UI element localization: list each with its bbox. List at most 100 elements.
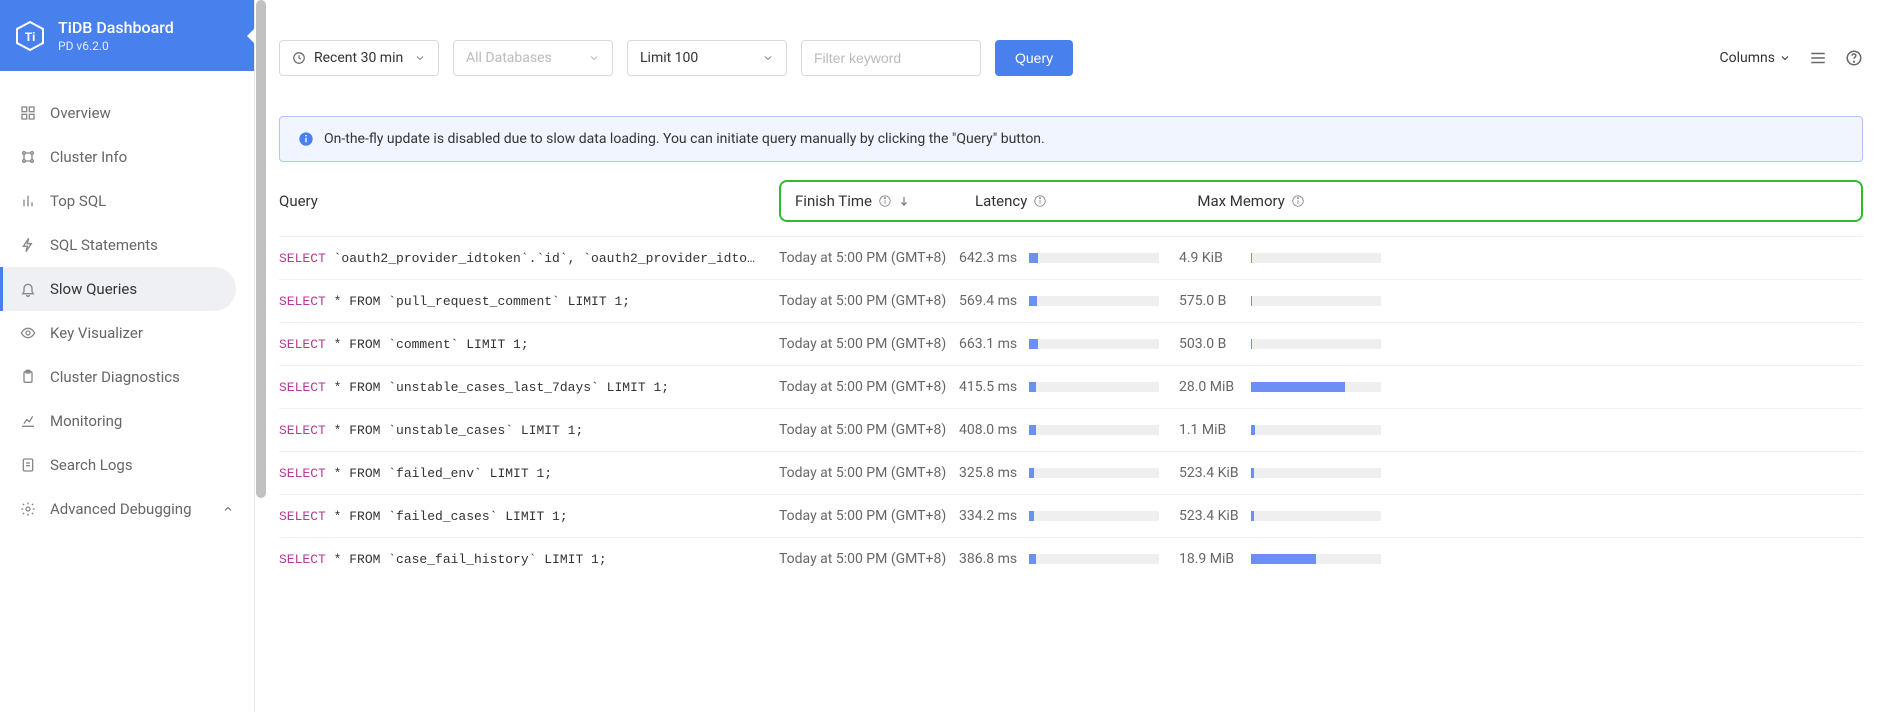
memory-value: 575.0 B: [1179, 293, 1251, 309]
latency-bar: [1029, 382, 1159, 392]
table-row[interactable]: SELECT * FROM `case_fail_history` LIMIT …: [279, 537, 1863, 580]
memory-value: 523.4 KiB: [1179, 508, 1251, 524]
sidebar-item-overview[interactable]: Overview: [0, 91, 254, 135]
query-button[interactable]: Query: [995, 40, 1073, 76]
info-circle-icon: [1033, 194, 1047, 208]
time-range-select[interactable]: Recent 30 min: [279, 40, 439, 76]
latency-value: 415.5 ms: [959, 379, 1029, 395]
grid-icon: [20, 105, 36, 121]
nav-label: Monitoring: [50, 412, 122, 430]
latency-value: 334.2 ms: [959, 508, 1029, 524]
nav-label: SQL Statements: [50, 236, 158, 254]
table-row[interactable]: SELECT * FROM `unstable_cases` LIMIT 1; T…: [279, 408, 1863, 451]
finish-time: Today at 5:00 PM (GMT+8): [779, 422, 959, 438]
sidebar-item-monitoring[interactable]: Monitoring: [0, 399, 254, 443]
memory-value: 503.0 B: [1179, 336, 1251, 352]
svg-text:Ti: Ti: [25, 30, 36, 44]
sidebar-item-key-visualizer[interactable]: Key Visualizer: [0, 311, 254, 355]
col-header-query[interactable]: Query: [279, 192, 779, 210]
col-header-max-memory[interactable]: Max Memory: [1197, 192, 1307, 210]
sql-text: SELECT `oauth2_provider_idtoken`.`id`, `…: [279, 251, 755, 266]
sql-text: SELECT * FROM `failed_env` LIMIT 1;: [279, 466, 552, 481]
table-row[interactable]: SELECT * FROM `pull_request_comment` LIM…: [279, 279, 1863, 322]
bell-icon: [20, 281, 36, 297]
sidebar-item-slow-queries[interactable]: Slow Queries: [0, 267, 236, 311]
table-row[interactable]: SELECT * FROM `failed_cases` LIMIT 1; Tod…: [279, 494, 1863, 537]
col-header-finish-time[interactable]: Finish Time: [795, 192, 975, 210]
clipboard-icon: [20, 369, 36, 385]
col-header-latency[interactable]: Latency: [975, 192, 1047, 210]
table-row[interactable]: SELECT * FROM `comment` LIMIT 1; Today at…: [279, 322, 1863, 365]
help-icon[interactable]: [1845, 49, 1863, 67]
chevron-down-icon: [762, 52, 774, 64]
info-alert: On-the-fly update is disabled due to slo…: [279, 116, 1863, 162]
sidebar-item-top-sql[interactable]: Top SQL: [0, 179, 254, 223]
results-table: Query Finish Time Latency Max Memory: [279, 166, 1863, 580]
chevron-down-icon: [588, 52, 600, 64]
sidebar-item-cluster-diagnostics[interactable]: Cluster Diagnostics: [0, 355, 254, 399]
finish-time: Today at 5:00 PM (GMT+8): [779, 508, 959, 524]
nav-label: Cluster Diagnostics: [50, 368, 180, 386]
app-title: TiDB Dashboard: [58, 18, 174, 37]
sql-text: SELECT * FROM `unstable_cases` LIMIT 1;: [279, 423, 583, 438]
latency-value: 386.8 ms: [959, 551, 1029, 567]
menu-icon[interactable]: [1809, 49, 1827, 67]
sidebar-item-advanced-debugging[interactable]: Advanced Debugging: [0, 487, 254, 531]
clock-icon: [292, 51, 306, 65]
filter-keyword-input[interactable]: [801, 40, 981, 76]
limit-label: Limit 100: [640, 50, 698, 66]
toolbar: Recent 30 min All Databases Limit 100 Qu…: [279, 40, 1863, 76]
sidebar-header: Ti TiDB Dashboard PD v6.2.0: [0, 0, 254, 71]
finish-time: Today at 5:00 PM (GMT+8): [779, 336, 959, 352]
sidebar-item-search-logs[interactable]: Search Logs: [0, 443, 254, 487]
memory-bar: [1251, 382, 1381, 392]
database-placeholder: All Databases: [466, 50, 552, 66]
latency-bar: [1029, 511, 1159, 521]
main-content: Recent 30 min All Databases Limit 100 Qu…: [255, 0, 1887, 712]
app-version: PD v6.2.0: [58, 39, 174, 53]
finish-time: Today at 5:00 PM (GMT+8): [779, 250, 959, 266]
info-circle-icon: [1291, 194, 1305, 208]
columns-dropdown[interactable]: Columns: [1720, 50, 1791, 66]
sidebar-item-sql-statements[interactable]: SQL Statements: [0, 223, 254, 267]
sql-text: SELECT * FROM `comment` LIMIT 1;: [279, 337, 529, 352]
finish-time: Today at 5:00 PM (GMT+8): [779, 551, 959, 567]
nav-label: Overview: [50, 104, 111, 122]
latency-bar: [1029, 253, 1159, 263]
latency-bar: [1029, 339, 1159, 349]
memory-bar: [1251, 339, 1381, 349]
latency-bar: [1029, 468, 1159, 478]
sidebar: Ti TiDB Dashboard PD v6.2.0 Overview Clus…: [0, 0, 255, 712]
memory-bar: [1251, 468, 1381, 478]
doc-icon: [20, 457, 36, 473]
table-row[interactable]: SELECT * FROM `unstable_cases_last_7days…: [279, 365, 1863, 408]
table-row[interactable]: SELECT * FROM `failed_env` LIMIT 1;Today…: [279, 451, 1863, 494]
info-circle-icon: [878, 194, 892, 208]
time-range-label: Recent 30 min: [314, 50, 403, 66]
nav-label: Search Logs: [50, 456, 133, 474]
latency-bar: [1029, 554, 1159, 564]
bolt-icon: [20, 237, 36, 253]
sidebar-collapse-icon[interactable]: [247, 28, 255, 44]
latency-value: 408.0 ms: [959, 422, 1029, 438]
memory-bar: [1251, 425, 1381, 435]
columns-label: Columns: [1720, 50, 1775, 66]
latency-value: 642.3 ms: [959, 250, 1029, 266]
memory-value: 523.4 KiB: [1179, 465, 1251, 481]
nav-label: Advanced Debugging: [50, 500, 192, 518]
chevron-down-icon: [414, 52, 426, 64]
cluster-icon: [20, 149, 36, 165]
database-select[interactable]: All Databases: [453, 40, 613, 76]
sidebar-item-cluster-info[interactable]: Cluster Info: [0, 135, 254, 179]
memory-bar: [1251, 253, 1381, 263]
sort-down-icon: [898, 195, 910, 207]
table-row[interactable]: SELECT `oauth2_provider_idtoken`.`id`, `…: [279, 236, 1863, 279]
memory-bar: [1251, 511, 1381, 521]
highlighted-columns: Finish Time Latency Max Memory: [779, 180, 1863, 222]
limit-select[interactable]: Limit 100: [627, 40, 787, 76]
memory-value: 18.9 MiB: [1179, 551, 1251, 567]
sql-text: SELECT * FROM `failed_cases` LIMIT 1;: [279, 509, 568, 524]
alert-text: On-the-fly update is disabled due to slo…: [324, 131, 1045, 147]
nav-label: Top SQL: [50, 192, 106, 210]
memory-value: 1.1 MiB: [1179, 422, 1251, 438]
